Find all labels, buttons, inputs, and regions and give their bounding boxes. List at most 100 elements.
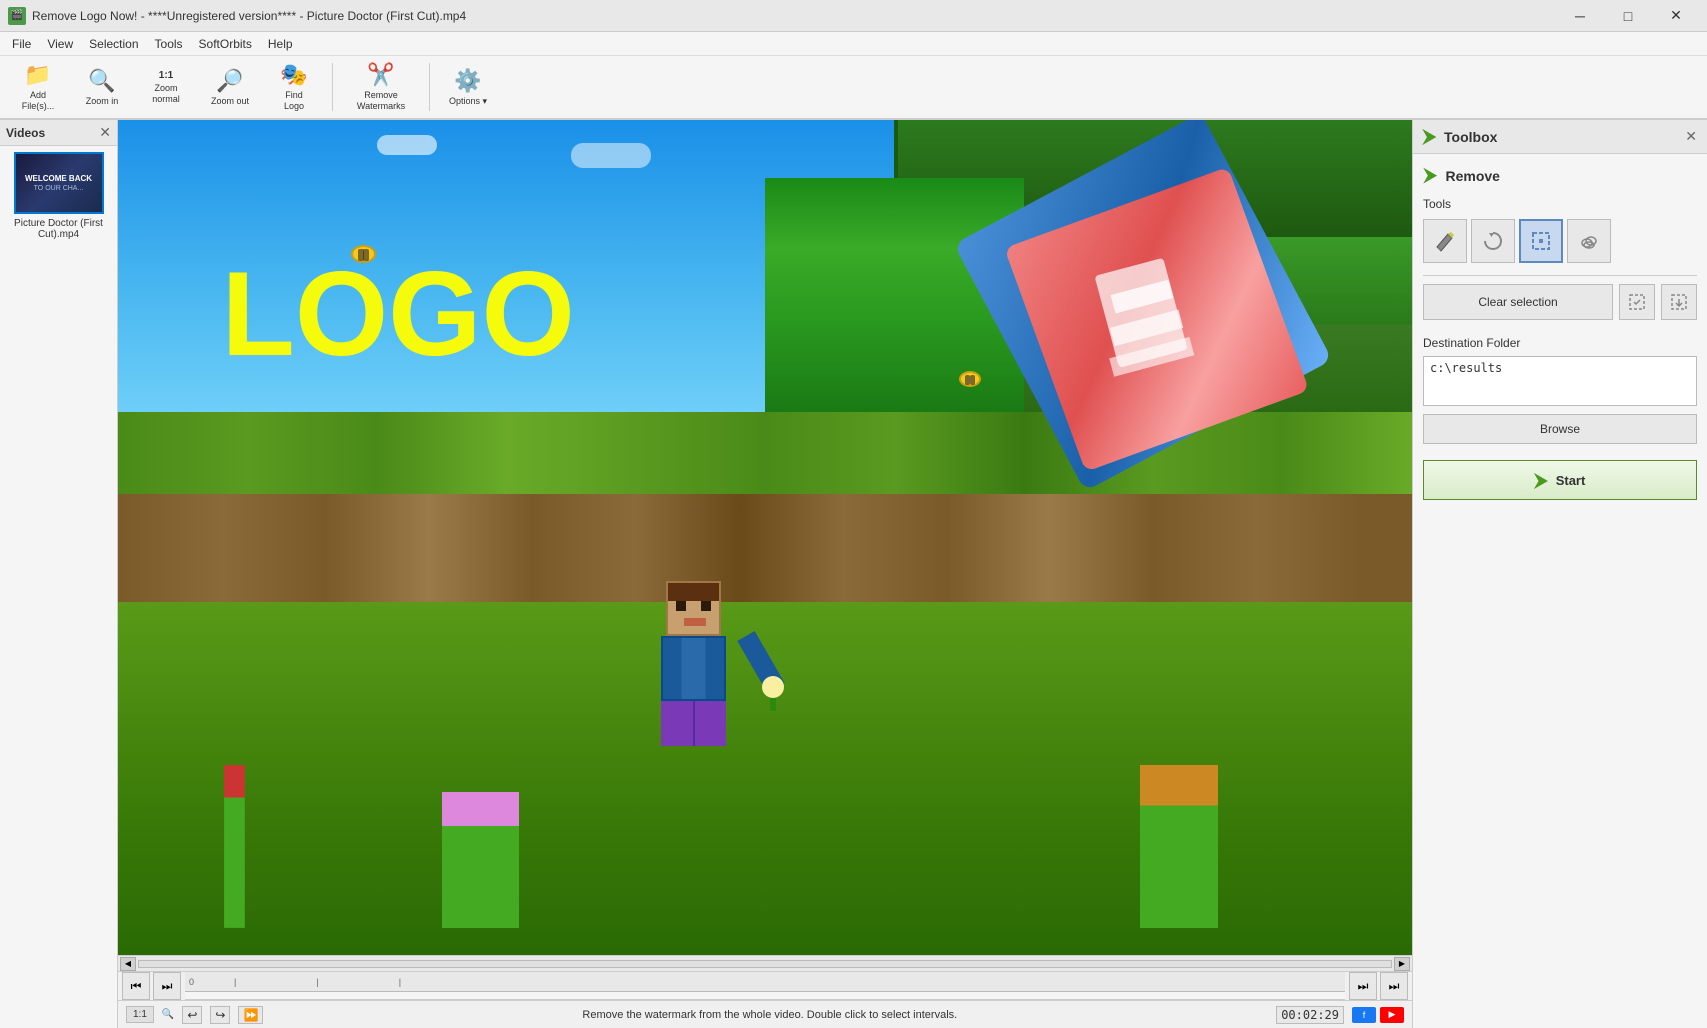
timeline-controls-row: ⏮ ⏭ 0 | | | ⏭ ⏭ [118,972,1412,1000]
redo-icon[interactable]: ↪ [210,1006,230,1024]
load-selection-button[interactable] [1661,284,1697,320]
scroll-track[interactable] [138,960,1392,968]
status-bar: 1:1 🔍 ↩ ↪ ⏩ Remove the watermark from th… [118,1000,1412,1028]
zoom-level: 1:1 [126,1006,154,1023]
bee-2 [959,371,981,387]
destination-folder-label: Destination Folder [1423,336,1697,350]
toolbox-panel: ⮞ Toolbox ✕ ⮞ Remove Tools [1412,120,1707,1028]
video-file-name: Picture Doctor (First Cut).mp4 [6,218,111,240]
menu-bar: File View Selection Tools SoftOrbits Hel… [0,32,1707,56]
menu-help[interactable]: Help [260,35,301,53]
status-left: 1:1 🔍 ↩ ↪ ⏩ [126,1006,263,1024]
timeline-track[interactable]: 0 | | | [185,972,1345,1000]
add-files-icon: 📁 [24,62,51,88]
video-thumb-container: WELCOME BACK TO OUR CHA... Picture Docto… [0,146,117,246]
timecode: 00:02:29 [1276,1006,1344,1024]
save-selection-icon [1627,292,1647,312]
save-selection-button[interactable] [1619,284,1655,320]
clear-selection-button[interactable]: Clear selection [1423,284,1613,320]
zoom-normal-ratio: 1:1 [159,70,173,81]
destination-folder-input[interactable]: c:\results [1423,356,1697,406]
menu-view[interactable]: View [39,35,81,53]
menu-softorbits[interactable]: SoftOrbits [191,35,260,53]
add-files-button[interactable]: 📁 AddFile(s)... [8,59,68,115]
video-viewport[interactable]: LOGO [118,120,1412,955]
title-text: Remove Logo Now! - ****Unregistered vers… [32,9,1557,23]
menu-selection[interactable]: Selection [81,35,146,53]
minimize-button[interactable]: ─ [1557,2,1603,30]
videos-panel-title: Videos [6,126,45,140]
go-to-end-button[interactable]: ⏭ [1380,972,1408,1000]
timeline-ruler: 0 | | | [185,972,1345,992]
playback-controls: ⏮ ⏭ [118,968,185,1004]
options-button[interactable]: ⚙️ Options ▾ [438,59,498,115]
title-bar: 🎬 Remove Logo Now! - ****Unregistered ve… [0,0,1707,32]
video-thumbnail[interactable]: WELCOME BACK TO OUR CHA... [14,152,104,214]
main-content: Videos ✕ WELCOME BACK TO OUR CHA... Pict… [0,120,1707,1028]
menu-file[interactable]: File [4,35,39,53]
ruler-mark-3: | [399,977,401,987]
smart-tool-button[interactable] [1567,219,1611,263]
logo-text-overlay: LOGO [222,245,575,383]
toolbox-header: ⮞ Toolbox ✕ [1413,120,1707,154]
zoom-icon: 🔍 [162,1009,174,1020]
maximize-button[interactable]: □ [1605,2,1651,30]
options-label: Options ▾ [449,96,487,107]
videos-header: Videos ✕ [0,120,117,146]
zoom-in-label: Zoom in [86,96,119,106]
tools-divider [1423,275,1697,276]
zoom-in-icon: 🔍 [88,68,115,94]
go-to-start-button[interactable]: ⏮ [122,972,150,1000]
options-icon: ⚙️ [454,68,481,94]
remove-watermarks-label: Remove Watermarks [342,90,420,112]
selection-row: Clear selection [1423,284,1697,320]
ruler-mark-1: | [234,977,236,987]
video-area: LOGO [118,120,1412,1028]
zoom-out-button[interactable]: 🔎 Zoom out [200,59,260,115]
rotate-tool-button[interactable] [1471,219,1515,263]
close-toolbox-button[interactable]: ✕ [1685,128,1697,145]
undo-icon[interactable]: ↩ [182,1006,202,1024]
forward-icon[interactable]: ⏩ [238,1006,263,1024]
thumbnail-preview: WELCOME BACK TO OUR CHA... [16,154,102,212]
toolbox-title-label: Toolbox [1444,129,1497,145]
find-logo-icon: 🎭 [280,62,307,88]
character-steve [661,581,726,746]
remove-label: Remove [1445,168,1499,184]
zoom-normal-label: Zoomnormal [152,83,180,105]
social-icons: f ▶ [1352,1007,1404,1023]
find-logo-label: FindLogo [284,90,304,112]
zoom-normal-button[interactable]: 1:1 Zoomnormal [136,59,196,115]
tools-section-label: Tools [1423,197,1697,211]
remove-watermarks-button[interactable]: ✂️ Remove Watermarks [341,59,421,115]
right-playback-controls: ⏭ ⏭ [1345,968,1412,1004]
rotate-icon [1482,230,1504,252]
menu-tools[interactable]: Tools [147,35,191,53]
toolbox-body: ⮞ Remove Tools [1413,154,1707,510]
remove-arrow-icon: ⮞ [1423,164,1437,187]
status-right: 00:02:29 f ▶ [1276,1006,1404,1024]
remove-section: ⮞ Remove [1423,164,1697,187]
prev-key-button[interactable]: ⏭ [153,972,181,1000]
youtube-icon[interactable]: ▶ [1380,1007,1404,1023]
add-files-label: AddFile(s)... [22,90,55,112]
browse-button[interactable]: Browse [1423,414,1697,444]
horizontal-scrollbar[interactable]: ◀ ▶ [118,955,1412,971]
remove-watermarks-icon: ✂️ [367,62,394,88]
tools-row [1423,219,1697,263]
facebook-icon[interactable]: f [1352,1007,1376,1023]
next-key-button[interactable]: ⏭ [1349,972,1377,1000]
zoom-in-button[interactable]: 🔍 Zoom in [72,59,132,115]
smart-select-icon [1578,230,1600,252]
start-button[interactable]: ⮞ Start [1423,460,1697,500]
find-logo-button[interactable]: 🎭 FindLogo [264,59,324,115]
load-selection-icon [1669,292,1689,312]
destination-folder-section: Destination Folder c:\results Browse [1423,336,1697,444]
close-button[interactable]: ✕ [1653,2,1699,30]
pencil-tool-button[interactable] [1423,219,1467,263]
zoom-out-icon: 🔎 [216,68,243,94]
rectangle-tool-button[interactable] [1519,219,1563,263]
video-frame: LOGO [118,120,1412,955]
close-videos-panel-button[interactable]: ✕ [99,124,111,141]
toolbar-separator-2 [429,63,430,111]
